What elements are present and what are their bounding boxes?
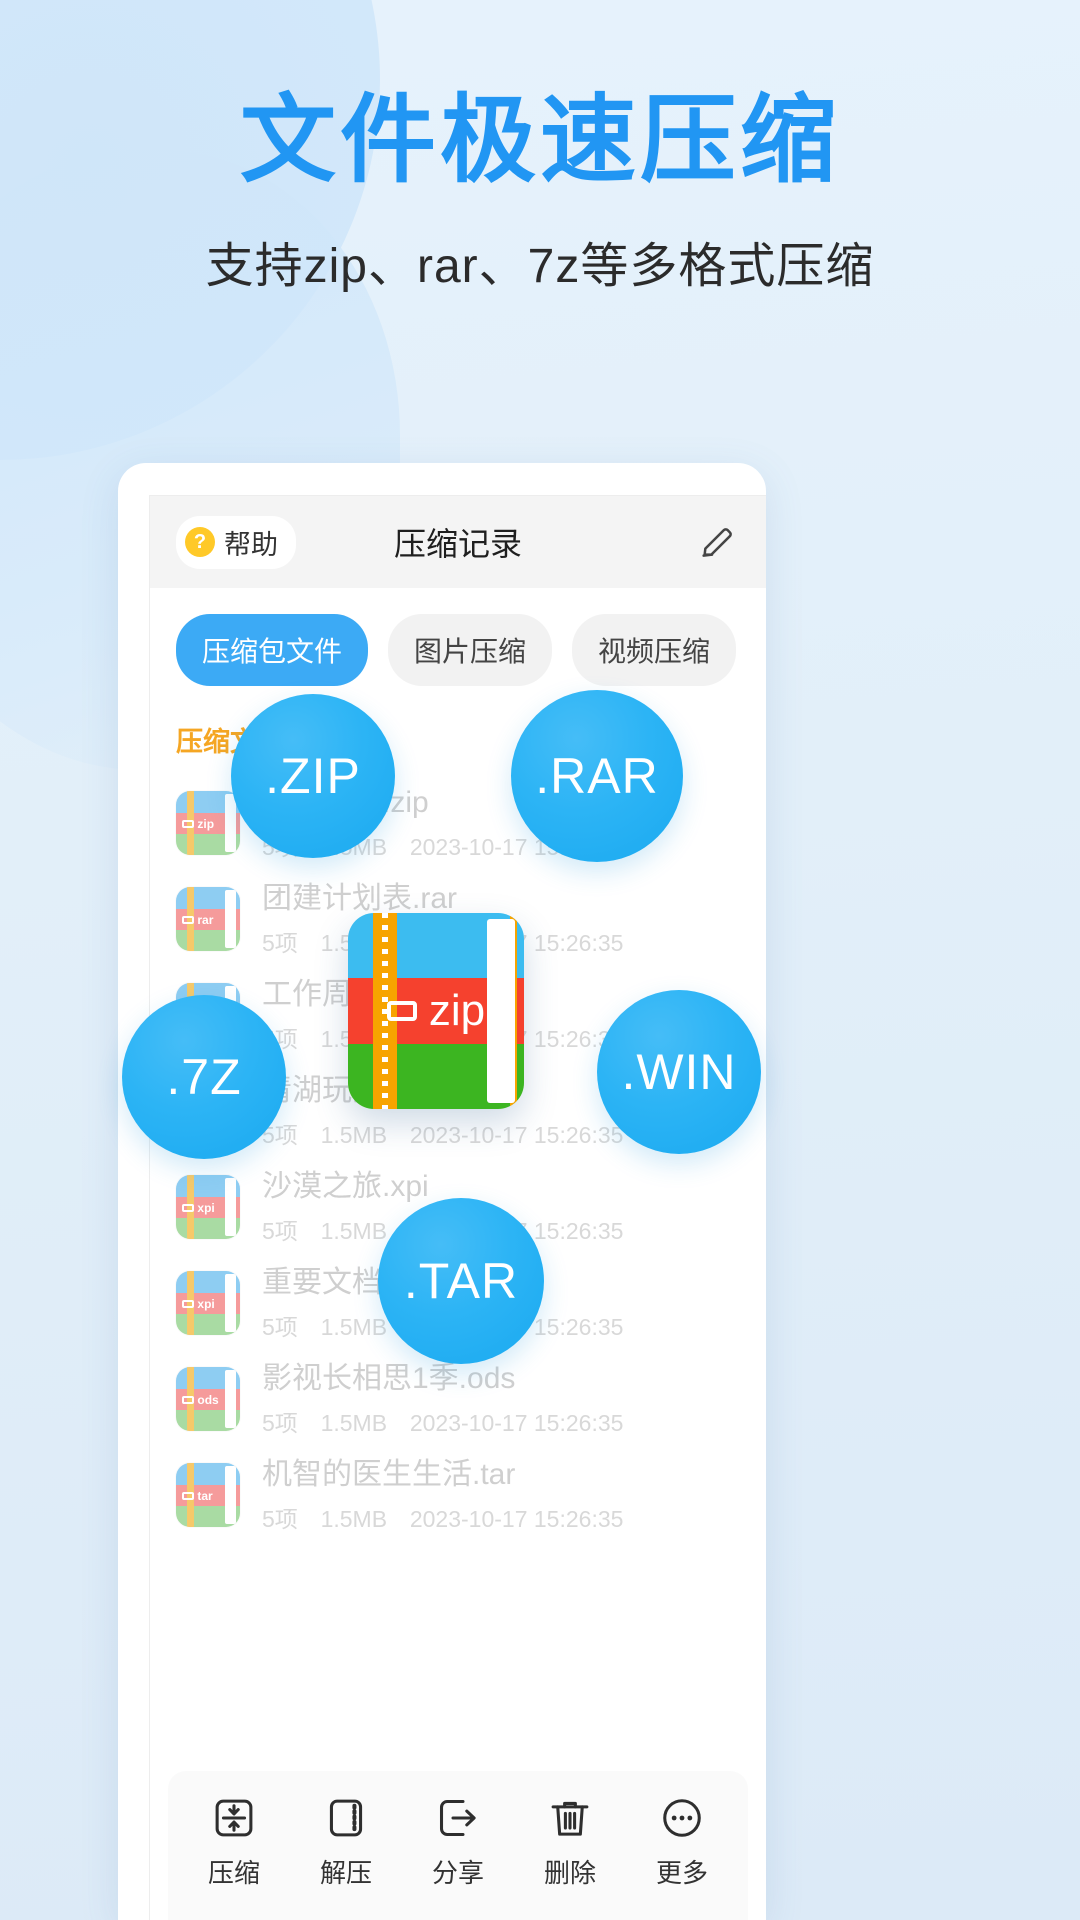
- file-count: 5项: [262, 1505, 298, 1532]
- trash-icon: [551, 1801, 589, 1836]
- more-label: 更多: [655, 1858, 708, 1888]
- format-bubble-label: .TAR: [403, 1253, 519, 1309]
- tab-bar: 压缩包文件 图片压缩 视频压缩: [150, 588, 766, 704]
- zip-archive-icon-large: zip: [348, 913, 524, 1109]
- delete-button[interactable]: 删除: [514, 1795, 626, 1890]
- archive-file-icon: ods: [176, 1367, 240, 1431]
- page-title: 文件极速压缩: [240, 87, 840, 194]
- list-item[interactable]: ods 影视长相思1季.ods 5项 1.5MB 2023-10-17 15:2…: [150, 1351, 766, 1447]
- archive-file-icon: zip: [176, 791, 240, 855]
- format-bubble-label: .7Z: [166, 1049, 242, 1105]
- page-subtitle: 支持zip、rar、7z等多格式压缩: [205, 240, 875, 294]
- help-button[interactable]: ? 帮助: [176, 515, 296, 569]
- file-name: 机智的医生生活.tar: [262, 1458, 516, 1492]
- help-label: 帮助: [224, 529, 278, 560]
- file-size: 1.5MB: [320, 1409, 388, 1436]
- format-bubble-label: .RAR: [535, 748, 659, 804]
- archive-file-icon: rar: [176, 887, 240, 951]
- file-sub: 5项 1.5MB 2023-10-17 15:26:35: [262, 1116, 623, 1150]
- format-bubble-tar: .TAR: [378, 1198, 544, 1364]
- tab-archive-files[interactable]: 压缩包文件: [176, 614, 369, 686]
- bottom-action-bar: 压缩 解压 分享 删除 更多: [168, 1771, 748, 1920]
- archive-file-icon: tar: [176, 1463, 240, 1527]
- archive-file-icon: xpi: [176, 1175, 240, 1239]
- format-bubble-label: .WIN: [621, 1044, 737, 1100]
- tab-video-compress[interactable]: 视频压缩: [572, 614, 737, 686]
- file-list: zip 名物文件.zip 5项 1.5MB 2023-10-17 15:26:3…: [150, 767, 766, 1543]
- file-count: 5项: [262, 1313, 298, 1340]
- file-count: 5项: [262, 1409, 298, 1436]
- compress-button[interactable]: 压缩: [178, 1795, 290, 1890]
- extract-button[interactable]: 解压: [290, 1795, 402, 1890]
- list-item[interactable]: tar 机智的医生生活.tar 5项 1.5MB 2023-10-17 15:2…: [150, 1447, 766, 1543]
- file-name: 影视长相思1季.ods: [262, 1362, 516, 1396]
- extract-icon: [329, 1799, 363, 1837]
- format-bubble-rar: .RAR: [511, 690, 683, 862]
- file-meta: 机智的医生生活.tar 5项 1.5MB 2023-10-17 15:26:35: [262, 1456, 623, 1534]
- file-count: 5项: [262, 1217, 298, 1244]
- archive-file-icon: xpi: [176, 1271, 240, 1335]
- zip-label: zip: [348, 978, 524, 1045]
- file-size: 1.5MB: [320, 1121, 388, 1148]
- question-mark-icon: ?: [185, 527, 215, 557]
- format-bubble-win: .WIN: [597, 990, 761, 1154]
- file-date: 2023-10-17 15:26:35: [409, 1409, 624, 1436]
- file-sub: 5项 1.5MB 2023-10-17 15:26:35: [262, 1404, 623, 1438]
- file-size: 1.5MB: [320, 1313, 388, 1340]
- file-meta: 影视长相思1季.ods 5项 1.5MB 2023-10-17 15:26:35: [262, 1360, 623, 1438]
- hero-headline: 文件极速压缩 支持zip、rar、7z等多格式压缩: [0, 86, 1080, 296]
- compress-label: 压缩: [207, 1858, 260, 1888]
- format-bubble-zip: .ZIP: [231, 694, 395, 858]
- format-bubble-7z: .7Z: [122, 995, 286, 1159]
- share-button[interactable]: 分享: [402, 1795, 514, 1890]
- format-bubble-label: .ZIP: [265, 748, 361, 804]
- extract-label: 解压: [319, 1858, 372, 1888]
- pencil-icon[interactable]: [696, 520, 740, 564]
- more-button[interactable]: 更多: [626, 1795, 738, 1890]
- more-dots-icon: [663, 1799, 701, 1837]
- tab-image-compress[interactable]: 图片压缩: [388, 614, 553, 686]
- file-sub: 5项 1.5MB 2023-10-17 15:26:35: [262, 1500, 623, 1534]
- file-date: 2023-10-17 15:26:35: [409, 1121, 624, 1148]
- file-size: 1.5MB: [320, 1505, 388, 1532]
- share-icon: [439, 1799, 476, 1837]
- archive-badge-icon: [386, 1000, 417, 1021]
- file-count: 5项: [262, 929, 298, 956]
- file-size: 1.5MB: [320, 1217, 388, 1244]
- file-date: 2023-10-17 15:26:35: [409, 1505, 624, 1532]
- share-label: 分享: [431, 1858, 484, 1888]
- compress-icon: [215, 1799, 253, 1837]
- phone-mockup: ? 帮助 压缩记录 压缩包文件 图片压缩 视频压缩 压缩文件 zip 2023-…: [118, 463, 766, 1920]
- app-header: ? 帮助 压缩记录: [150, 496, 766, 588]
- delete-label: 删除: [543, 1858, 596, 1888]
